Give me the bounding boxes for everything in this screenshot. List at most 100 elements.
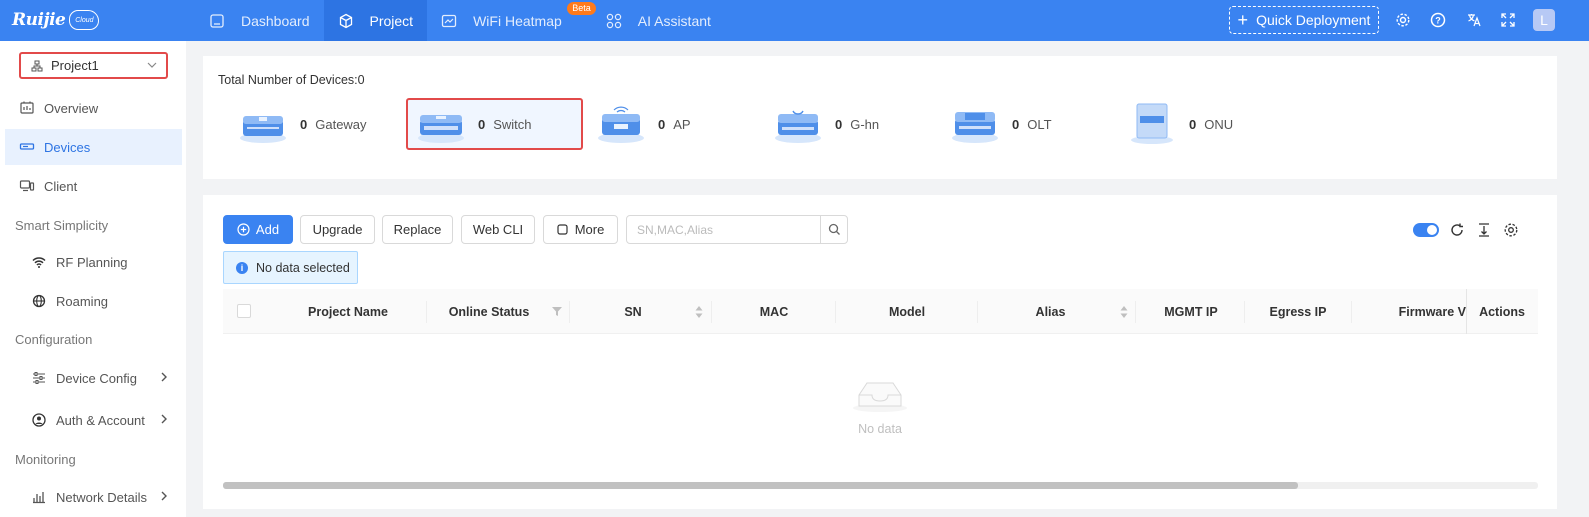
device-card-onu[interactable]: 0 ONU [1119,98,1279,150]
sidebar-group-configuration: Configuration [15,332,93,347]
nav-project[interactable]: Project [323,0,428,41]
table-header: Project Name Online Status SN MAC Model … [223,289,1538,334]
column-mac[interactable]: MAC [713,289,835,334]
sidebar-item-auth-account[interactable]: Auth & Account [5,402,182,438]
column-firmware-version[interactable]: Firmware V [1353,289,1466,334]
add-device-button[interactable]: Add [223,215,293,244]
sidebar-item-overview[interactable]: Overview [5,90,182,126]
sidebar-item-roaming[interactable]: Roaming [5,283,182,319]
access-point-icon [598,106,644,143]
sort-icon[interactable] [694,305,704,322]
user-avatar[interactable]: L [1533,9,1555,31]
language-icon[interactable] [1464,10,1484,30]
chevron-down-icon [146,59,158,74]
device-card-ghn[interactable]: 0 G-hn [765,98,925,150]
globe-icon [30,292,48,310]
sidebar-item-rf-planning[interactable]: RF Planning [5,244,182,280]
column-divider [977,301,978,323]
sidebar-group-smart-simplicity: Smart Simplicity [15,218,109,233]
sidebar-item-device-config[interactable]: Device Config [5,360,182,396]
selection-status-text: No data selected [256,260,350,275]
wifi-icon [30,253,48,271]
quick-deployment-button[interactable]: + Quick Deployment [1229,6,1379,34]
nav-ai-assistant[interactable]: AI Assistant [592,0,725,41]
column-divider [1135,301,1136,323]
chevron-right-icon [158,370,170,387]
search-button[interactable] [820,215,848,244]
sliders-icon [30,369,48,387]
client-icon [18,177,36,195]
search-input[interactable] [626,215,821,244]
olt-count: 0 [1012,116,1020,132]
ruijie-logo[interactable]: Ruijie Cloud [12,6,100,34]
horizontal-scrollbar-thumb[interactable] [223,482,1298,489]
filter-icon[interactable] [551,305,563,320]
olt-icon [952,112,998,143]
settings-gear-icon[interactable] [1393,10,1413,30]
home-icon [209,13,225,29]
web-cli-button[interactable]: Web CLI [461,215,535,244]
sidebar-item-label: Auth & Account [56,412,145,428]
gateway-count: 0 [300,116,308,132]
more-button[interactable]: More [543,215,618,244]
device-card-switch[interactable]: 0 Switch [406,98,583,150]
column-divider [426,301,427,323]
gateway-icon [240,116,286,143]
grid-icon [606,13,622,29]
select-all-checkbox[interactable] [237,304,251,318]
top-nav-bar: Ruijie Cloud Dashboard Project WiFi Heat… [0,0,1589,41]
refresh-icon[interactable] [1448,221,1466,239]
help-icon[interactable]: ? [1428,10,1448,30]
sidebar-item-devices[interactable]: Devices [5,129,182,165]
more-label: More [574,222,605,237]
column-alias[interactable]: Alias [979,289,1122,334]
column-online-status[interactable]: Online Status [428,289,550,334]
user-circle-icon [30,411,48,429]
export-icon[interactable] [1475,221,1493,239]
project-tree-icon [31,60,43,72]
column-model[interactable]: Model [837,289,977,334]
sidebar-item-label: Network Details [56,489,148,505]
web-cli-label: Web CLI [472,222,524,237]
column-sn[interactable]: SN [573,289,693,334]
column-divider [711,301,712,323]
view-toggle-switch[interactable] [1413,223,1439,237]
fullscreen-icon[interactable] [1498,10,1518,30]
nav-label: AI Assistant [637,12,711,29]
replace-button[interactable]: Replace [382,215,453,244]
column-mgmt-ip[interactable]: MGMT IP [1137,289,1245,334]
column-divider [569,301,570,323]
project-selector[interactable]: Project1 [19,52,168,79]
quick-deployment-label: Quick Deployment [1256,12,1371,28]
upgrade-label: Upgrade [312,222,363,237]
upgrade-button[interactable]: Upgrade [300,215,375,244]
ap-count: 0 [658,116,666,132]
info-icon: i [236,261,248,274]
nav-dashboard[interactable]: Dashboard [195,0,324,41]
total-devices-label: Total Number of Devices:0 [218,73,365,87]
overview-icon [18,99,36,117]
sidebar-item-network-details[interactable]: Network Details [5,479,182,515]
column-settings-gear-icon[interactable] [1502,221,1520,239]
column-egress-ip[interactable]: Egress IP [1245,289,1351,334]
sidebar-item-label: Device Config [56,370,137,386]
svg-text:?: ? [1435,16,1441,26]
device-card-olt[interactable]: 0 OLT [942,98,1102,150]
device-card-gateway[interactable]: 0 Gateway [230,98,390,150]
sidebar-item-client[interactable]: Client [5,168,182,204]
switch-icon [418,115,464,143]
column-project-name[interactable]: Project Name [283,289,413,334]
sidebar: Project1 Overview Devices Client Smart S… [0,41,186,517]
devices-icon [18,138,36,156]
nav-wifi-heatmap[interactable]: WiFi Heatmap Beta [427,0,596,41]
replace-label: Replace [393,222,442,237]
cloud-logo-icon: Cloud [69,10,100,30]
sort-icon[interactable] [1119,305,1129,322]
device-card-ap[interactable]: 0 AP [588,98,748,150]
project-name: Project1 [51,58,99,73]
main-nav: Dashboard Project WiFi Heatmap Beta AI A… [195,0,725,41]
onu-count: 0 [1189,116,1197,132]
cube-icon [338,13,354,29]
logo-text: Ruijie [12,10,66,30]
plus-icon: + [1237,10,1249,30]
